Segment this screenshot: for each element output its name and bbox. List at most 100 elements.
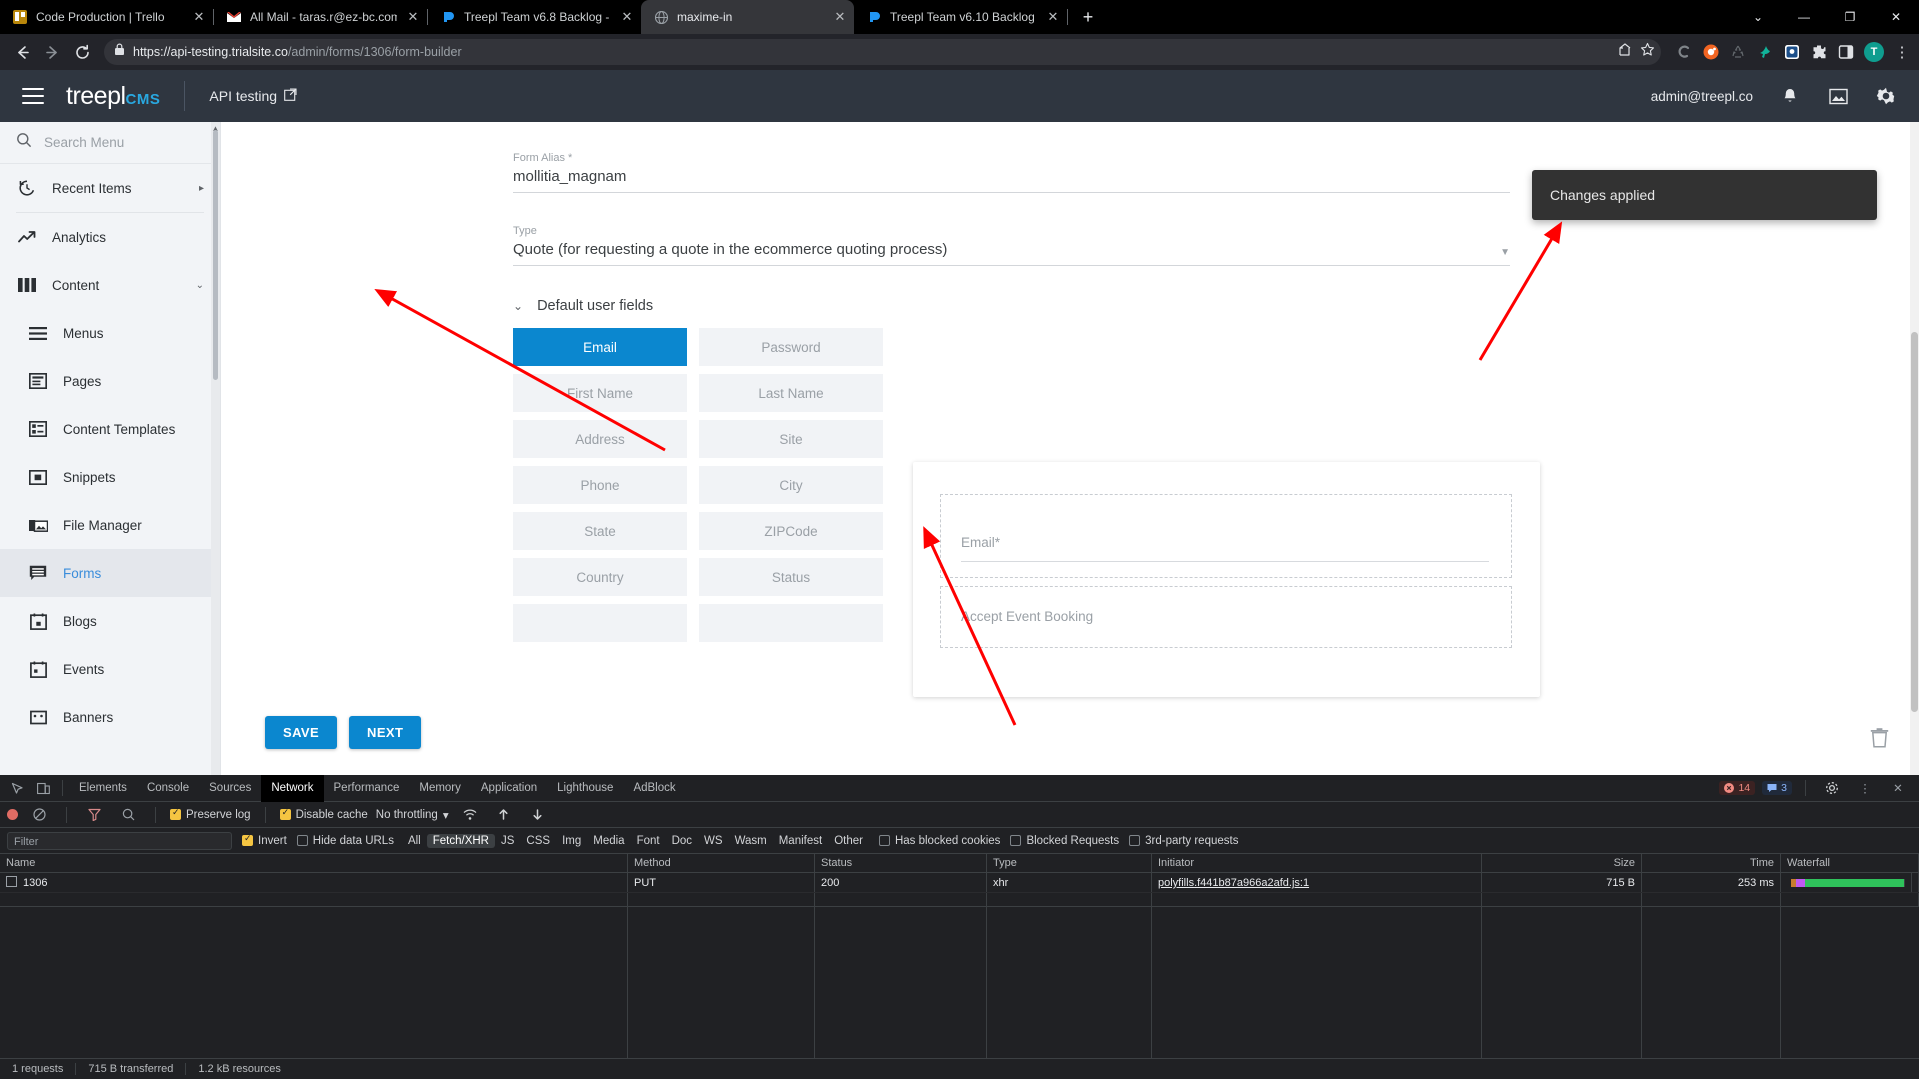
preserve-log-checkbox[interactable] bbox=[170, 807, 181, 820]
site-name[interactable]: API testing bbox=[209, 88, 297, 104]
close-icon[interactable]: ✕ bbox=[191, 9, 207, 25]
field-tile-address[interactable]: Address bbox=[513, 420, 687, 458]
kebab-menu-icon[interactable]: ⋮ bbox=[1893, 43, 1911, 61]
field-tile-password[interactable]: Password bbox=[699, 328, 883, 366]
chevron-down-icon[interactable]: ▼ bbox=[1500, 247, 1510, 258]
main-scrollbar-thumb[interactable] bbox=[1911, 332, 1918, 712]
forward-arrow-icon[interactable] bbox=[38, 38, 66, 66]
error-count-badge[interactable]: 14 bbox=[1719, 781, 1756, 795]
back-arrow-icon[interactable] bbox=[8, 38, 36, 66]
blue-chat-icon[interactable] bbox=[1783, 43, 1801, 61]
message-count-badge[interactable]: 3 bbox=[1762, 781, 1792, 795]
filter-type-css[interactable]: CSS bbox=[520, 834, 556, 848]
sidebar-search[interactable] bbox=[0, 122, 220, 164]
column-header-type[interactable]: Type bbox=[987, 854, 1152, 872]
close-icon[interactable]: ✕ bbox=[619, 9, 635, 25]
share-icon[interactable] bbox=[1617, 42, 1632, 62]
field-tile-extra[interactable] bbox=[513, 604, 687, 642]
devtools-tab-memory[interactable]: Memory bbox=[409, 775, 471, 802]
bookmark-star-icon[interactable] bbox=[1640, 42, 1655, 62]
close-icon[interactable]: ✕ bbox=[405, 9, 421, 25]
filter-type-doc[interactable]: Doc bbox=[666, 834, 698, 848]
has-blocked-cookies-checkbox[interactable] bbox=[878, 835, 890, 846]
sidebar-item-content-templates[interactable]: Content Templates bbox=[0, 405, 220, 453]
filter-type-media[interactable]: Media bbox=[587, 834, 630, 848]
record-icon[interactable] bbox=[7, 809, 18, 820]
field-tile-status[interactable]: Status bbox=[699, 558, 883, 596]
field-tile-extra[interactable] bbox=[699, 604, 883, 642]
filter-type-manifest[interactable]: Manifest bbox=[773, 834, 828, 848]
close-icon[interactable]: ✕ bbox=[832, 9, 848, 25]
field-tile-first-name[interactable]: First Name bbox=[513, 374, 687, 412]
delete-form-button[interactable] bbox=[1870, 728, 1889, 753]
devtools-tab-sources[interactable]: Sources bbox=[199, 775, 261, 802]
green-bird-icon[interactable] bbox=[1756, 43, 1774, 61]
puzzle-extension-icon[interactable] bbox=[1810, 43, 1828, 61]
colorful-circle-icon[interactable] bbox=[1702, 43, 1720, 61]
network-conditions-icon[interactable] bbox=[457, 802, 483, 828]
search-icon[interactable] bbox=[115, 802, 141, 828]
export-har-icon[interactable] bbox=[525, 802, 551, 828]
filter-funnel-icon[interactable] bbox=[81, 802, 107, 828]
close-icon[interactable]: ✕ bbox=[1045, 9, 1061, 25]
disable-cache-checkbox[interactable] bbox=[279, 807, 291, 820]
sidebar-item-forms[interactable]: Forms bbox=[0, 549, 220, 597]
devtools-tab-application[interactable]: Application bbox=[471, 775, 547, 802]
hide-data-urls-checkbox[interactable] bbox=[296, 835, 308, 846]
browser-tab[interactable]: Treepl Team v6.8 Backlog - Board ✕ bbox=[428, 0, 641, 34]
chevron-down-icon[interactable]: ⌄ bbox=[513, 299, 523, 313]
field-tile-site[interactable]: Site bbox=[699, 420, 883, 458]
gear-icon[interactable] bbox=[1819, 775, 1845, 801]
invert-checkbox[interactable] bbox=[242, 833, 253, 846]
kebab-menu-icon[interactable]: ⋮ bbox=[1852, 775, 1878, 801]
field-tile-email[interactable]: Email bbox=[513, 328, 687, 366]
field-tile-last-name[interactable]: Last Name bbox=[699, 374, 883, 412]
device-toolbar-icon[interactable] bbox=[30, 775, 56, 801]
close-icon[interactable]: ✕ bbox=[1885, 775, 1911, 801]
edge-loop-icon[interactable] bbox=[1675, 43, 1693, 61]
sidebar-item-banners[interactable]: Banners bbox=[0, 693, 220, 741]
sidebar-item-snippets[interactable]: Snippets bbox=[0, 453, 220, 501]
devtools-tab-network[interactable]: Network bbox=[261, 774, 324, 802]
throttling-select[interactable]: No throttling ▾ bbox=[376, 808, 449, 822]
filter-type-font[interactable]: Font bbox=[631, 834, 666, 848]
devtools-tab-lighthouse[interactable]: Lighthouse bbox=[547, 775, 623, 802]
filter-type-img[interactable]: Img bbox=[556, 834, 587, 848]
request-name[interactable]: 1306 bbox=[0, 873, 628, 892]
search-input[interactable] bbox=[44, 135, 204, 150]
browser-tab[interactable]: Code Production | Trello ✕ bbox=[0, 0, 213, 34]
field-tile-city[interactable]: City bbox=[699, 466, 883, 504]
blocked-requests-checkbox[interactable] bbox=[1010, 835, 1022, 846]
column-header-initiator[interactable]: Initiator bbox=[1152, 854, 1482, 872]
preview-email-field[interactable]: Email* bbox=[940, 494, 1512, 578]
bell-icon[interactable] bbox=[1779, 85, 1801, 107]
profile-avatar[interactable]: T bbox=[1864, 42, 1884, 62]
column-header-size[interactable]: Size bbox=[1482, 854, 1642, 872]
sidebar-item-events[interactable]: Events bbox=[0, 645, 220, 693]
image-icon[interactable] bbox=[1827, 85, 1849, 107]
sidebar-item-content[interactable]: Content ⌄ bbox=[0, 261, 220, 309]
default-user-fields-section[interactable]: ⌄ Default user fields bbox=[513, 298, 1919, 314]
minimize-button[interactable]: — bbox=[1781, 0, 1827, 34]
maximize-button[interactable]: ❐ bbox=[1827, 0, 1873, 34]
filter-type-js[interactable]: JS bbox=[495, 834, 520, 848]
request-initiator[interactable]: polyfills.f441b87a966a2afd.js:1 bbox=[1152, 873, 1482, 892]
sidebar-item-menus[interactable]: Menus bbox=[0, 309, 220, 357]
filter-type-other[interactable]: Other bbox=[828, 834, 869, 848]
column-header-name[interactable]: Name bbox=[0, 854, 628, 872]
reload-icon[interactable] bbox=[68, 38, 96, 66]
save-button[interactable]: SAVE bbox=[265, 716, 338, 749]
column-header-method[interactable]: Method bbox=[628, 854, 815, 872]
filter-type-ws[interactable]: WS bbox=[698, 834, 729, 848]
table-row[interactable]: 1306 PUT 200 xhr polyfills.f441b87a966a2… bbox=[0, 873, 1919, 893]
third-party-requests-toggle[interactable]: 3rd-party requests bbox=[1129, 835, 1238, 847]
filter-type-all[interactable]: All bbox=[402, 834, 427, 848]
disable-cache-toggle[interactable]: Disable cache bbox=[279, 807, 368, 821]
import-har-icon[interactable] bbox=[491, 802, 517, 828]
has-blocked-cookies-toggle[interactable]: Has blocked cookies bbox=[878, 835, 1000, 847]
column-header-time[interactable]: Time bbox=[1642, 854, 1781, 872]
sidebar-panel-icon[interactable] bbox=[1837, 43, 1855, 61]
hamburger-icon[interactable] bbox=[22, 88, 44, 104]
devtools-tab-console[interactable]: Console bbox=[137, 775, 199, 802]
devtools-tab-elements[interactable]: Elements bbox=[69, 775, 137, 802]
